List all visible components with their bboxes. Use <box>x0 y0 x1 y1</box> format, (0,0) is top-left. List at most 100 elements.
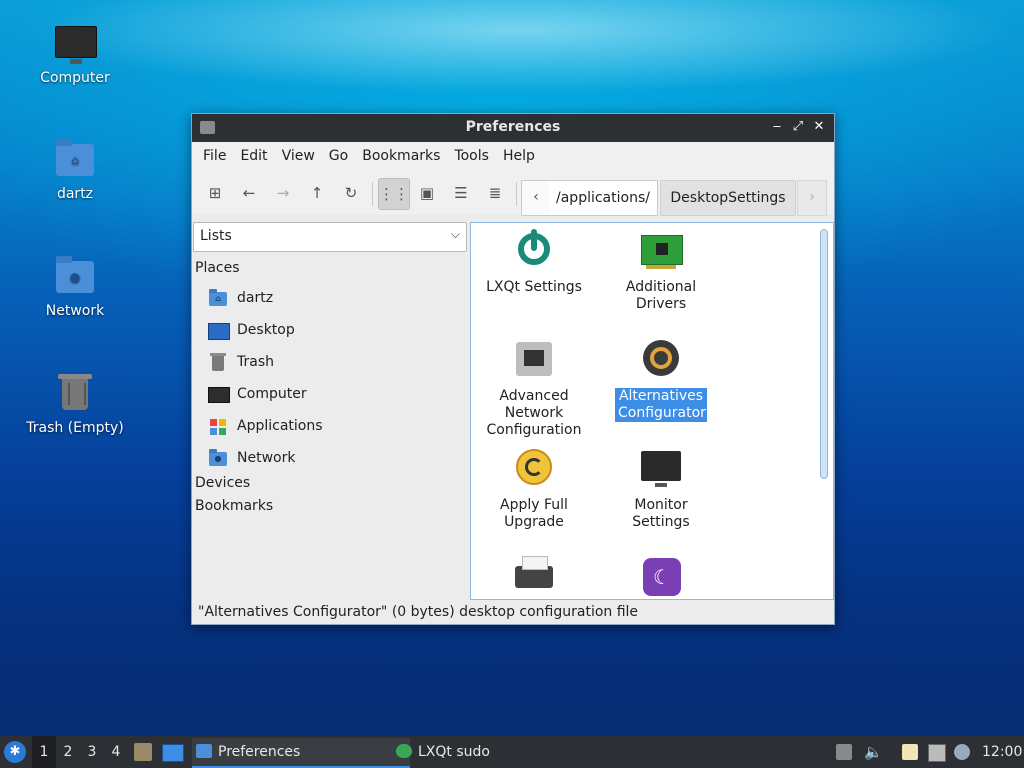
place-label: Trash <box>237 354 274 370</box>
new-tab-icon: ⊞ <box>208 184 222 202</box>
reload-icon: ↻ <box>344 184 358 202</box>
file-icon-view[interactable]: LXQt Settings Additional Drivers Advance… <box>470 222 834 600</box>
desktop-icon-computer[interactable]: Computer <box>20 22 130 86</box>
titlebar[interactable]: Preferences ‒ ⤢ ✕ <box>192 114 834 142</box>
show-desktop-icon[interactable] <box>162 744 184 762</box>
start-menu-button[interactable]: ✱ <box>4 741 26 763</box>
clock[interactable]: 12:00 <box>982 736 1022 768</box>
path-segment-next[interactable]: DesktopSettings <box>660 180 796 216</box>
file-item-apply-full-upgrade[interactable]: Apply Full Upgrade <box>474 447 594 531</box>
chevron-right-icon: › <box>809 189 815 205</box>
desktop-icon-home[interactable]: ⌂ dartz <box>20 138 130 202</box>
file-item-label: Additional Drivers <box>625 279 697 312</box>
detail-list-icon: ≣ <box>488 184 502 202</box>
close-button[interactable]: ✕ <box>811 119 827 135</box>
devices-header[interactable]: Devices <box>195 475 250 491</box>
icon-view-button[interactable]: ⋮⋮ <box>378 178 410 210</box>
side-pane-mode-select[interactable]: Lists ⌵ <box>193 222 467 252</box>
shield-icon <box>396 744 412 758</box>
volume-icon[interactable]: 🔈 <box>864 744 883 760</box>
path-scroll-left-button[interactable]: ‹ <box>521 180 551 216</box>
network-folder-icon: ● <box>209 449 227 466</box>
vertical-scrollbar[interactable] <box>820 229 828 479</box>
menu-edit[interactable]: Edit <box>233 144 274 168</box>
minimize-button[interactable]: ‒ <box>769 119 785 135</box>
desktop-icon <box>208 323 230 340</box>
workspace-2[interactable]: 2 <box>56 736 80 768</box>
thumbnail-view-button[interactable]: ▣ <box>412 178 442 208</box>
path-scroll-right-button[interactable]: › <box>797 180 827 216</box>
desktop-icon-trash[interactable]: Trash (Empty) <box>20 372 130 436</box>
up-button[interactable]: ↑ <box>302 178 332 208</box>
network-status-icon[interactable] <box>928 744 946 762</box>
chevron-down-icon: ⌵ <box>450 227 460 241</box>
place-item-applications[interactable]: Applications <box>208 414 323 438</box>
arrow-right-icon: → <box>276 184 290 202</box>
detailed-view-button[interactable]: ≣ <box>480 178 510 208</box>
lxqt-settings-icon <box>518 229 550 265</box>
home-folder-icon: ⌂ <box>56 139 94 176</box>
place-item-trash[interactable]: Trash <box>208 350 274 374</box>
clipboard-icon[interactable] <box>902 744 918 760</box>
file-item-additional-drivers[interactable]: Additional Drivers <box>601 229 721 313</box>
computer-icon <box>208 387 230 403</box>
workspace-4[interactable]: 4 <box>104 736 128 768</box>
path-segment-current[interactable]: /applications/ <box>549 180 658 216</box>
task-lxqt-sudo[interactable]: LXQt sudo <box>392 738 598 766</box>
circuit-board-icon <box>641 235 683 269</box>
task-preferences[interactable]: Preferences <box>192 738 410 768</box>
printer-icon <box>515 556 553 588</box>
desktop-icon-label: Trash (Empty) <box>26 420 124 436</box>
file-item-alternatives-configurator[interactable]: Alternatives Configurator <box>601 338 721 422</box>
status-bar: "Alternatives Configurator" (0 bytes) de… <box>192 600 834 624</box>
computer-icon <box>55 26 97 64</box>
monitor-icon <box>641 451 681 487</box>
menu-help[interactable]: Help <box>496 144 542 168</box>
lxqt-logo-icon: ✱ <box>9 744 21 759</box>
side-pane-mode-value: Lists <box>200 228 232 244</box>
place-item-computer[interactable]: Computer <box>208 382 307 406</box>
menu-tools[interactable]: Tools <box>447 144 496 168</box>
menu-bookmarks[interactable]: Bookmarks <box>355 144 447 168</box>
workspace-3[interactable]: 3 <box>80 736 104 768</box>
file-item-label: Apply Full Upgrade <box>500 497 568 530</box>
file-item-advanced-network[interactable]: Advanced Network Configuration <box>474 338 594 439</box>
file-item-night-light[interactable]: ☾ <box>601 556 721 598</box>
place-label: Computer <box>237 386 307 402</box>
place-item-home[interactable]: ⌂ dartz <box>208 286 273 310</box>
file-item-lxqt-settings[interactable]: LXQt Settings <box>474 229 594 296</box>
place-label: Desktop <box>237 322 295 338</box>
menu-go[interactable]: Go <box>322 144 355 168</box>
file-item-label: Monitor Settings <box>632 497 690 530</box>
menu-file[interactable]: File <box>196 144 233 168</box>
file-item-printers[interactable] <box>474 556 594 598</box>
applications-icon <box>210 419 226 435</box>
file-item-label: LXQt Settings <box>486 279 582 295</box>
places-header[interactable]: Places <box>195 260 240 276</box>
reload-button[interactable]: ↻ <box>336 178 366 208</box>
bookmarks-header[interactable]: Bookmarks <box>195 498 273 514</box>
update-notifier-icon[interactable] <box>836 744 852 760</box>
toolbar-separator <box>372 182 373 206</box>
file-manager-launcher-icon[interactable] <box>134 743 152 761</box>
place-item-network[interactable]: ● Network <box>208 446 295 470</box>
desktop-icon-network[interactable]: ● Network <box>20 255 130 319</box>
task-label: Preferences <box>218 744 301 760</box>
place-label: Network <box>237 450 296 466</box>
desktop-icon-label: Computer <box>40 70 110 86</box>
workspace-1[interactable]: 1 <box>32 736 56 768</box>
place-label: Applications <box>237 418 323 434</box>
notification-icon[interactable] <box>954 744 970 760</box>
compact-view-button[interactable]: ☰ <box>446 178 476 208</box>
place-label: dartz <box>237 290 274 306</box>
new-tab-button[interactable]: ⊞ <box>200 178 230 208</box>
back-button[interactable]: ← <box>234 178 264 208</box>
task-label: LXQt sudo <box>418 744 490 760</box>
menu-view[interactable]: View <box>275 144 322 168</box>
forward-button[interactable]: → <box>268 178 298 208</box>
maximize-button[interactable]: ⤢ <box>790 119 806 135</box>
place-item-desktop[interactable]: Desktop <box>208 318 295 342</box>
file-item-label: Advanced Network Configuration <box>486 388 582 438</box>
image-icon: ▣ <box>419 184 435 202</box>
file-item-monitor-settings[interactable]: Monitor Settings <box>601 447 721 531</box>
